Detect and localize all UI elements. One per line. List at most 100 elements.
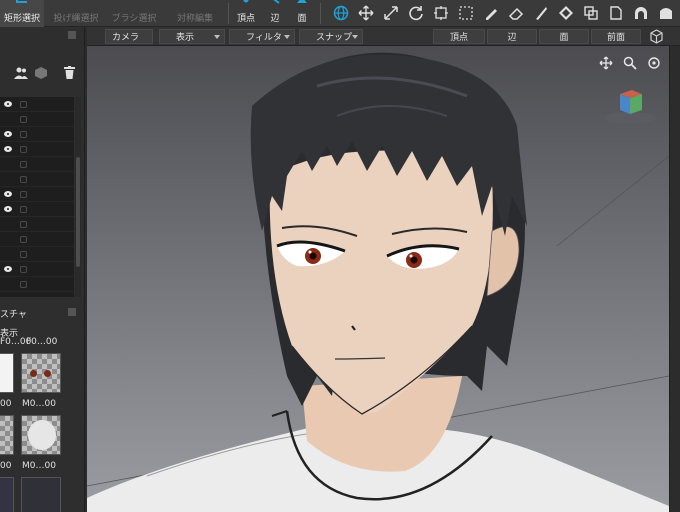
symmetry-edit-button[interactable]: 対称編集	[170, 0, 220, 27]
object-panel: スチャ 表示 F0…00 F0…00 00 M0…00 00 M0…00	[0, 27, 85, 512]
new-face-icon[interactable]	[608, 5, 624, 21]
cube-view-icon[interactable]	[649, 29, 664, 44]
eye-icon[interactable]	[4, 266, 12, 272]
list-item[interactable]	[0, 277, 74, 292]
orbit-icon[interactable]	[647, 56, 661, 70]
view-menu-bar: カメラ 表示 フィルタ スナップ 頂点 辺 面 前面	[87, 27, 680, 46]
filter-menu-label: フィルタ	[246, 33, 282, 43]
lock-icon[interactable]	[20, 221, 27, 228]
list-item[interactable]	[0, 202, 74, 217]
filter-menu[interactable]: フィルタ	[229, 29, 295, 44]
lock-icon[interactable]	[20, 146, 27, 153]
edge-icon	[273, 0, 280, 4]
pen-icon[interactable]	[483, 5, 499, 21]
lock-icon[interactable]	[20, 131, 27, 138]
texture-thumbnail[interactable]	[0, 477, 14, 512]
list-item[interactable]	[0, 232, 74, 247]
edge-mode-button[interactable]: 辺	[263, 0, 287, 27]
scale-icon[interactable]	[383, 5, 399, 21]
lock-icon[interactable]	[20, 251, 27, 258]
lock-icon[interactable]	[20, 266, 27, 273]
transform-icon[interactable]	[433, 5, 449, 21]
lock-icon[interactable]	[20, 236, 27, 243]
thumbnail-caption: 00	[0, 399, 12, 409]
lock-icon[interactable]	[20, 176, 27, 183]
list-item[interactable]	[0, 172, 74, 187]
close-icon[interactable]	[68, 308, 76, 316]
object-cube-icon[interactable]	[35, 67, 47, 79]
face-mode-button[interactable]: 面	[290, 0, 314, 27]
lock-icon[interactable]	[20, 116, 27, 123]
camera-menu-label: カメラ	[112, 33, 140, 43]
front-view-label: 前面	[606, 33, 625, 43]
symmetry-edit-label: 対称編集	[176, 14, 213, 24]
lock-icon[interactable]	[20, 191, 27, 198]
eye-icon[interactable]	[4, 131, 12, 137]
view-face-button[interactable]: 面	[539, 29, 589, 44]
list-item[interactable]	[0, 157, 74, 172]
display-menu[interactable]: 表示	[159, 29, 225, 44]
close-icon[interactable]	[68, 31, 76, 39]
knife-icon[interactable]	[533, 5, 549, 21]
eraser-icon[interactable]	[508, 5, 524, 21]
camera-menu[interactable]: カメラ	[105, 29, 153, 44]
lock-icon[interactable]	[20, 101, 27, 108]
view-face-label: 面	[559, 33, 569, 43]
texture-thumbnail[interactable]	[21, 415, 61, 455]
rect-select-icon	[16, 0, 27, 3]
fill-icon[interactable]	[658, 5, 674, 21]
marquee-icon[interactable]	[458, 5, 474, 21]
3d-viewport[interactable]	[87, 46, 669, 512]
list-item[interactable]	[0, 142, 74, 157]
texture-thumbnail[interactable]	[0, 353, 14, 393]
snap-menu[interactable]: スナップ	[299, 29, 363, 44]
list-item[interactable]	[0, 127, 74, 142]
orientation-cube-icon[interactable]	[602, 86, 658, 126]
lock-icon[interactable]	[20, 161, 27, 168]
lock-icon[interactable]	[20, 206, 27, 213]
list-item[interactable]	[0, 97, 74, 112]
scrollbar-thumb[interactable]	[76, 157, 80, 267]
texture-panel-title: スチャ	[0, 310, 27, 320]
list-item[interactable]	[0, 247, 74, 262]
eye-icon[interactable]	[4, 101, 12, 107]
rotate-icon[interactable]	[408, 5, 424, 21]
move-icon[interactable]	[358, 5, 374, 21]
view-vertex-label: 頂点	[449, 33, 468, 43]
list-item[interactable]	[0, 217, 74, 232]
texture-thumbnail[interactable]	[21, 353, 61, 393]
front-view-button[interactable]: 前面	[591, 29, 641, 44]
eye-icon[interactable]	[4, 146, 12, 152]
users-icon[interactable]	[14, 67, 28, 79]
globe-icon[interactable]	[333, 5, 349, 21]
lasso-select-button[interactable]: 投げ縄選択	[50, 0, 102, 27]
object-list	[0, 97, 74, 297]
vertex-mode-label: 頂点	[236, 14, 255, 24]
texture-thumbnail[interactable]	[21, 477, 61, 512]
zoom-icon[interactable]	[623, 56, 637, 70]
trash-icon[interactable]	[64, 66, 75, 79]
list-item[interactable]	[0, 262, 74, 277]
eye-icon[interactable]	[4, 191, 12, 197]
face-mode-label: 面	[297, 14, 307, 24]
view-edge-button[interactable]: 辺	[487, 29, 537, 44]
eye-icon[interactable]	[4, 206, 12, 212]
lock-icon[interactable]	[20, 281, 27, 288]
pan-icon[interactable]	[599, 56, 613, 70]
display-menu-label: 表示	[176, 33, 195, 43]
texture-sphere	[28, 420, 56, 450]
brush-select-button[interactable]: ブラシ選択	[108, 0, 160, 27]
vertex-mode-button[interactable]: 頂点	[233, 0, 259, 27]
view-vertex-button[interactable]: 頂点	[433, 29, 485, 44]
boolean-icon[interactable]	[583, 5, 599, 21]
list-item[interactable]	[0, 187, 74, 202]
face-icon	[297, 0, 307, 3]
merge-icon[interactable]	[558, 5, 574, 21]
list-item[interactable]	[0, 112, 74, 127]
lasso-select-label: 投げ縄選択	[53, 14, 99, 24]
rect-select-button[interactable]: 矩形選択	[0, 0, 44, 27]
object-list-scrollbar[interactable]	[75, 97, 81, 297]
toolbar-divider	[228, 3, 229, 24]
texture-thumbnail[interactable]	[0, 415, 14, 455]
bridge-icon[interactable]	[633, 5, 649, 21]
